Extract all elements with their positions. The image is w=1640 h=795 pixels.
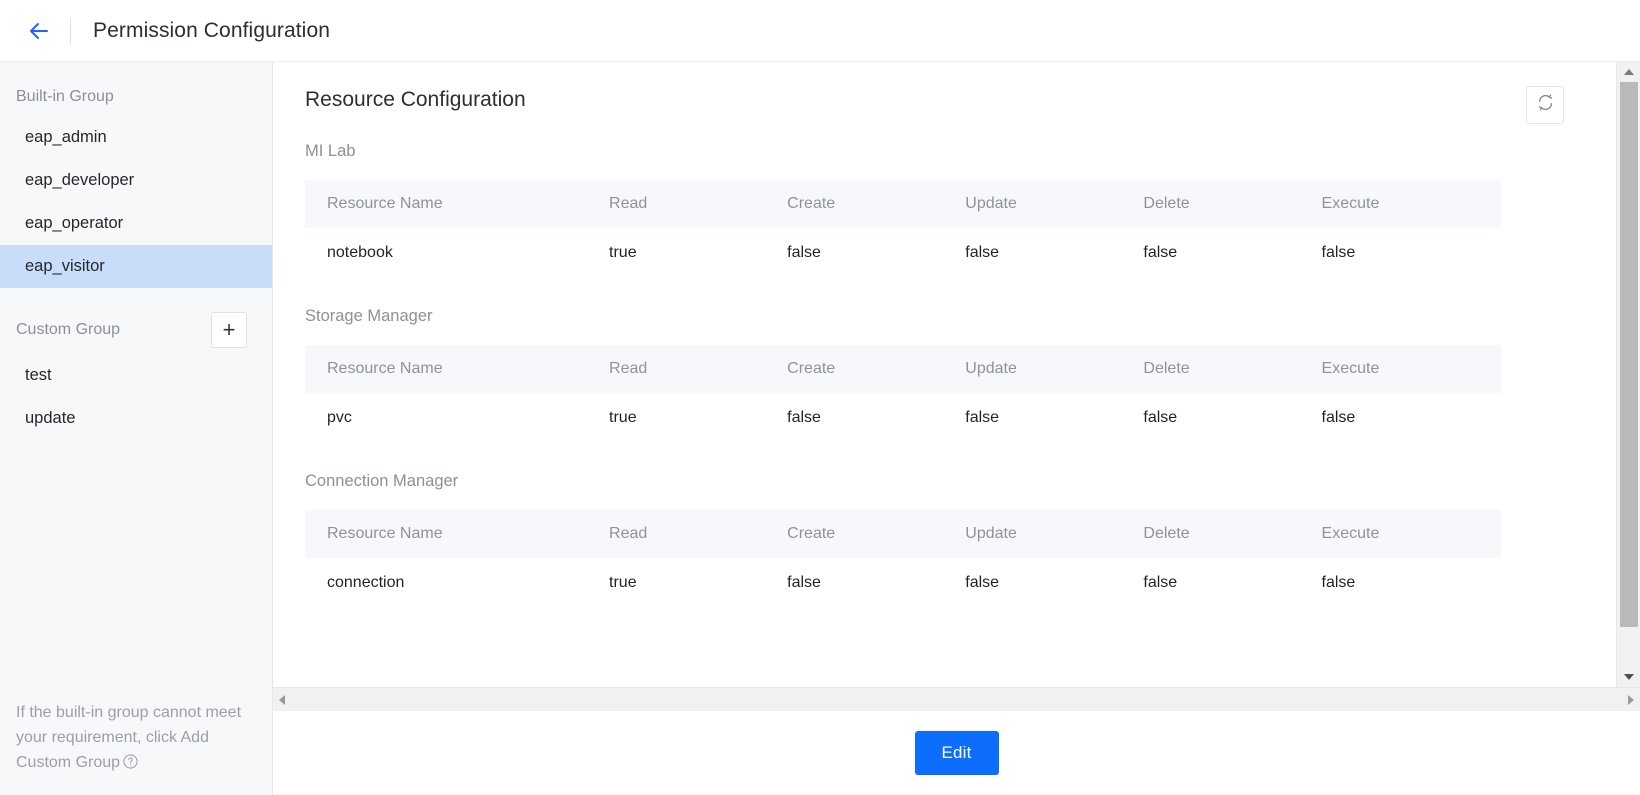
sidebar-builtin-group-heading: Built-in Group (16, 88, 114, 105)
table-row: notebook true false false false false (305, 228, 1501, 277)
permission-table-mi-lab: Resource Name Read Create Update Delete … (305, 180, 1501, 277)
cell-execute: false (1299, 393, 1501, 442)
cell-delete: false (1121, 393, 1300, 442)
section-label-mi-lab: MI Lab (305, 142, 356, 160)
column-header-execute: Execute (1299, 345, 1501, 393)
sidebar-custom-group-heading-row: Custom Group + (0, 288, 272, 354)
cell-create: false (765, 393, 944, 442)
scroll-up-button[interactable] (1616, 62, 1640, 82)
column-header-resource-name: Resource Name (305, 180, 588, 228)
header-divider (70, 17, 71, 44)
sidebar-item-eap-admin[interactable]: eap_admin (0, 116, 272, 159)
cell-resource-name: connection (305, 558, 588, 607)
cell-update: false (943, 558, 1122, 607)
refresh-icon (1536, 93, 1555, 117)
sidebar-item-label: eap_visitor (25, 257, 105, 275)
column-header-delete: Delete (1121, 345, 1300, 393)
column-header-execute: Execute (1299, 510, 1501, 558)
refresh-button[interactable] (1526, 86, 1564, 124)
column-header-read: Read (587, 180, 766, 228)
vertical-scroll-track[interactable] (1617, 82, 1640, 667)
column-header-create: Create (765, 510, 944, 558)
table-header-row: Resource Name Read Create Update Delete … (305, 345, 1501, 393)
section-label-connection-manager: Connection Manager (305, 472, 459, 490)
action-footer: Edit (273, 711, 1640, 795)
column-header-resource-name: Resource Name (305, 510, 588, 558)
column-header-update: Update (943, 345, 1122, 393)
sidebar-item-label: update (25, 409, 76, 427)
chevron-down-icon (1623, 674, 1634, 680)
cell-read: true (587, 228, 766, 277)
cell-execute: false (1299, 228, 1501, 277)
resource-configuration-content: Resource Configuration MI Lab Resource N… (273, 62, 1616, 687)
cell-delete: false (1121, 558, 1300, 607)
column-header-delete: Delete (1121, 180, 1300, 228)
column-header-read: Read (587, 345, 766, 393)
cell-resource-name: pvc (305, 393, 588, 442)
column-header-resource-name: Resource Name (305, 345, 588, 393)
sidebar-item-label: test (25, 366, 52, 384)
cell-execute: false (1299, 558, 1501, 607)
main-panel: Resource Configuration MI Lab Resource N… (273, 62, 1640, 795)
table-header-row: Resource Name Read Create Update Delete … (305, 180, 1501, 228)
column-header-create: Create (765, 345, 944, 393)
cell-read: true (587, 558, 766, 607)
cell-delete: false (1121, 228, 1300, 277)
permission-table-storage-manager: Resource Name Read Create Update Delete … (305, 345, 1501, 442)
content-title: Resource Configuration (305, 88, 526, 111)
chevron-right-icon[interactable] (1628, 694, 1634, 705)
page-body: Built-in Group eap_admin eap_developer e… (0, 62, 1640, 795)
cell-create: false (765, 558, 944, 607)
sidebar: Built-in Group eap_admin eap_developer e… (0, 62, 273, 795)
column-header-read: Read (587, 510, 766, 558)
permission-configuration-page: Permission Configuration Built-in Group … (0, 0, 1640, 795)
column-header-create: Create (765, 180, 944, 228)
table-header-row: Resource Name Read Create Update Delete … (305, 510, 1501, 558)
sidebar-item-label: eap_developer (25, 171, 135, 189)
chevron-left-icon[interactable] (279, 694, 285, 705)
column-header-delete: Delete (1121, 510, 1300, 558)
edit-button[interactable]: Edit (914, 731, 999, 775)
sidebar-item-test[interactable]: test (0, 354, 272, 397)
chevron-up-icon (1623, 69, 1634, 75)
sidebar-item-label: eap_admin (25, 128, 107, 146)
sidebar-item-eap-developer[interactable]: eap_developer (0, 159, 272, 202)
column-header-update: Update (943, 180, 1122, 228)
cell-read: true (587, 393, 766, 442)
page-title: Permission Configuration (93, 18, 331, 42)
question-circle-icon[interactable] (123, 752, 138, 777)
add-custom-group-button[interactable]: + (211, 312, 247, 348)
vertical-scrollbar[interactable] (1616, 62, 1640, 687)
cell-create: false (765, 228, 944, 277)
main-scroll-row: Resource Configuration MI Lab Resource N… (273, 62, 1640, 687)
back-button[interactable] (24, 16, 54, 46)
sidebar-item-label: eap_operator (25, 214, 124, 232)
vertical-scroll-thumb[interactable] (1619, 82, 1638, 627)
cell-update: false (943, 393, 1122, 442)
arrow-left-icon (27, 19, 51, 43)
horizontal-scrollbar[interactable] (273, 687, 1640, 711)
table-row: pvc true false false false false (305, 393, 1501, 442)
sidebar-footer-hint: If the built-in group cannot meet your r… (0, 700, 272, 795)
permission-table-connection-manager: Resource Name Read Create Update Delete … (305, 510, 1501, 607)
sidebar-item-eap-operator[interactable]: eap_operator (0, 202, 272, 245)
section-label-storage-manager: Storage Manager (305, 307, 433, 325)
sidebar-custom-group-heading: Custom Group (16, 321, 121, 338)
cell-update: false (943, 228, 1122, 277)
column-header-execute: Execute (1299, 180, 1501, 228)
column-header-update: Update (943, 510, 1122, 558)
scroll-down-button[interactable] (1616, 667, 1640, 687)
sidebar-item-eap-visitor[interactable]: eap_visitor (0, 245, 272, 288)
plus-icon: + (222, 317, 236, 342)
page-header: Permission Configuration (0, 0, 1640, 62)
cell-resource-name: notebook (305, 228, 588, 277)
table-row: connection true false false false false (305, 558, 1501, 607)
sidebar-item-update[interactable]: update (0, 397, 272, 440)
